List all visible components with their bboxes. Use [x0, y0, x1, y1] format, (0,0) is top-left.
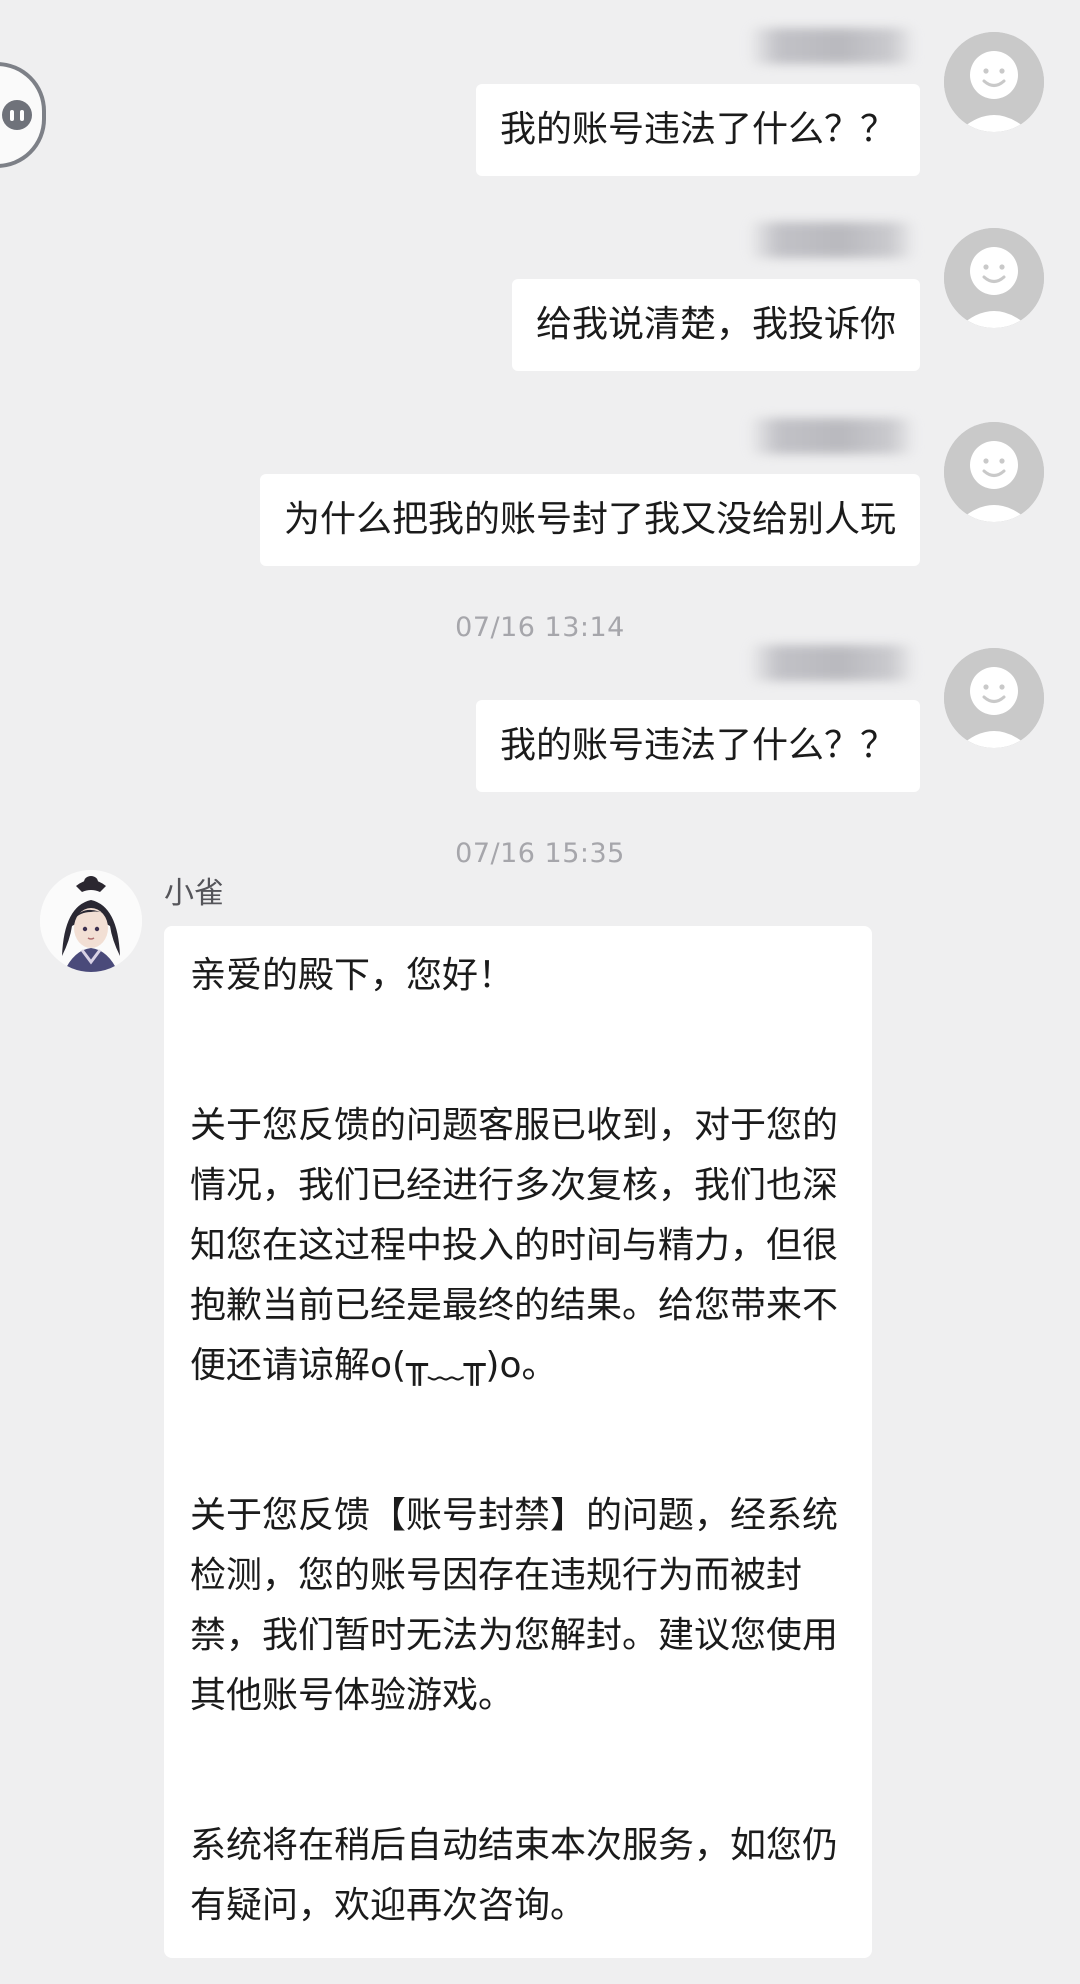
default-user-avatar-icon	[944, 648, 1044, 748]
user-avatar[interactable]	[944, 648, 1044, 748]
default-user-avatar-icon	[944, 228, 1044, 328]
agent-message-paragraph: 系统将在稍后自动结束本次服务，如您仍有疑问，欢迎再次咨询。	[190, 1825, 839, 1926]
user-name-redacted	[748, 645, 916, 681]
message-text: 给我说清楚，我投诉你	[535, 304, 896, 345]
message-bubble: 给我说清楚，我投诉你	[511, 279, 920, 371]
user-avatar[interactable]	[944, 228, 1044, 328]
agent-message-paragraph: 关于您反馈【账号封禁】的问题，经系统检测，您的账号因存在违规行为而被封禁，我们暂…	[190, 1495, 839, 1716]
agent-character-avatar	[40, 870, 142, 972]
user-avatar[interactable]	[944, 32, 1044, 132]
timestamp: 07/16 13:14	[455, 612, 625, 643]
user-avatar[interactable]	[944, 422, 1044, 522]
floating-assist-icon	[2, 100, 32, 130]
message-text: 为什么把我的账号封了我又没给别人玩	[283, 499, 896, 540]
floating-assist-button[interactable]	[0, 62, 46, 168]
agent-name: 小雀	[164, 876, 224, 911]
agent-message-greeting: 亲爱的殿下，您好！	[190, 955, 515, 996]
default-user-avatar-icon	[944, 32, 1044, 132]
agent-avatar[interactable]	[40, 870, 142, 972]
message-bubble: 为什么把我的账号封了我又没给别人玩	[259, 474, 920, 566]
timestamp: 07/16 15:35	[455, 838, 625, 869]
user-name-redacted	[748, 222, 916, 258]
message-text: 我的账号违法了什么？？	[499, 725, 896, 766]
user-name-redacted	[748, 418, 916, 454]
message-text: 我的账号违法了什么？？	[499, 109, 896, 150]
message-bubble: 我的账号违法了什么？？	[475, 700, 920, 792]
message-bubble: 我的账号违法了什么？？	[475, 84, 920, 176]
agent-message-bubble: 亲爱的殿下，您好！ 关于您反馈的问题客服已收到，对于您的情况，我们已经进行多次复…	[164, 926, 872, 1958]
user-name-redacted	[748, 28, 916, 64]
agent-message-paragraph: 关于您反馈的问题客服已收到，对于您的情况，我们已经进行多次复核，我们也深知您在这…	[190, 1105, 839, 1386]
default-user-avatar-icon	[944, 422, 1044, 522]
